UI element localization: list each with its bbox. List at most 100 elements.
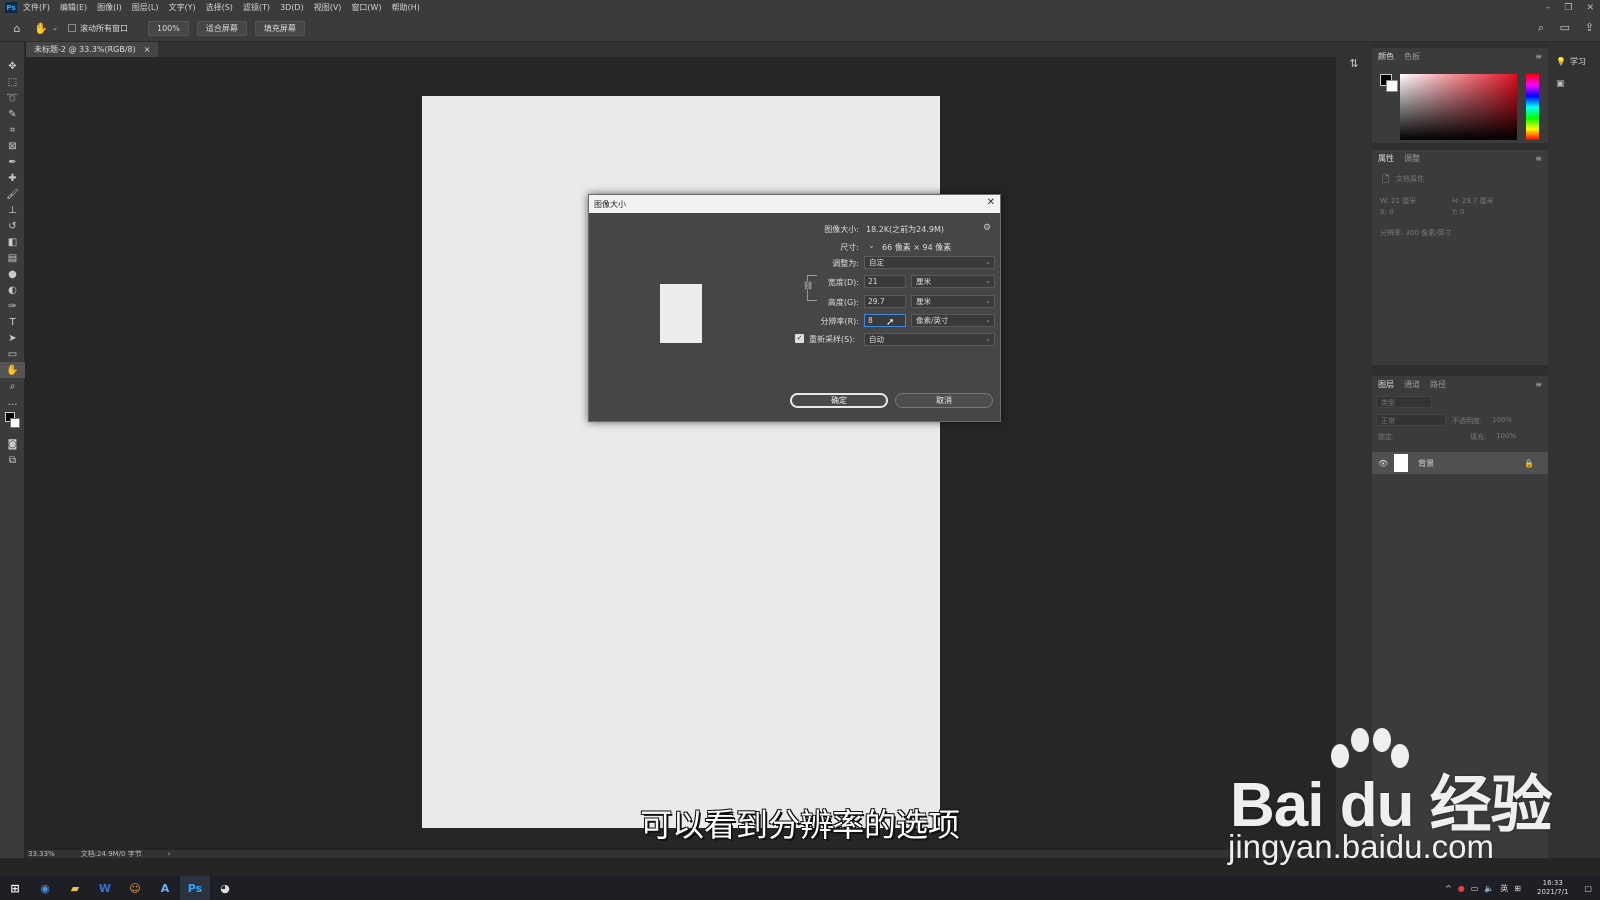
width-input[interactable]: 21 [864, 275, 906, 288]
fit-to-select[interactable]: 自定 ⌄ [864, 256, 995, 269]
marquee-tool-icon[interactable]: ⬚ [0, 74, 25, 90]
fill-value[interactable]: 100% [1496, 432, 1516, 440]
lightbulb-icon[interactable]: 💡 [1556, 57, 1566, 66]
eraser-tool-icon[interactable]: ◧ [0, 234, 25, 250]
fill-screen-button[interactable]: 填充屏幕 [254, 20, 305, 36]
tab-layers[interactable]: 图层 [1378, 379, 1394, 390]
notifications-icon[interactable]: ▢ [1584, 884, 1592, 893]
move-tool-icon[interactable]: ✥ [0, 58, 25, 74]
menu-3d[interactable]: 3D(D) [280, 3, 304, 12]
opacity-value[interactable]: 100% [1492, 416, 1512, 424]
quick-mask-icon[interactable]: ◙ [0, 436, 25, 452]
blend-mode-select[interactable]: 正常 [1376, 414, 1446, 426]
gradient-tool-icon[interactable]: ▤ [0, 250, 25, 266]
word-icon[interactable]: W [90, 876, 120, 900]
resample-select[interactable]: 自动 ⌄ [864, 333, 995, 346]
volume-icon[interactable]: 🔈 [1484, 884, 1494, 893]
path-select-tool-icon[interactable]: ➤ [0, 330, 25, 346]
status-arrow-icon[interactable]: › [168, 850, 171, 858]
history-panel-icon[interactable]: ⇅ [1336, 56, 1372, 70]
zoom-100-button[interactable]: 100% [148, 20, 189, 36]
panel-menu-icon[interactable]: ≡ [1535, 154, 1542, 163]
close-icon[interactable]: ✕ [1586, 3, 1594, 13]
stamp-tool-icon[interactable]: ⊥ [0, 202, 25, 218]
ok-button[interactable]: 确定 [790, 393, 888, 408]
menu-file[interactable]: 文件(F) [23, 2, 50, 13]
screen-mode-icon[interactable]: ⧉ [0, 452, 25, 468]
search-icon[interactable]: ⌕ [1538, 21, 1544, 35]
hand-tool-icon[interactable]: ✋ [34, 22, 48, 35]
layer-row-background[interactable]: 👁 背景 🔒 [1372, 452, 1548, 474]
app-icon[interactable]: ☺ [120, 876, 150, 900]
resolution-input[interactable]: 8 [864, 314, 906, 327]
background-color[interactable] [1386, 80, 1398, 92]
image-preview[interactable] [660, 284, 702, 343]
tab-swatches[interactable]: 色板 [1404, 51, 1420, 62]
menu-edit[interactable]: 编辑(E) [60, 2, 87, 13]
dialog-close-button[interactable]: ✕ [987, 197, 995, 208]
chain-link-icon[interactable]: ⛓ [803, 281, 814, 290]
menu-window[interactable]: 窗口(W) [351, 2, 381, 13]
workspace-icon[interactable]: ▭ [1560, 21, 1570, 34]
menu-layer[interactable]: 图层(L) [132, 2, 159, 13]
menu-type[interactable]: 文字(Y) [168, 2, 195, 13]
color-field[interactable] [1400, 74, 1517, 140]
rectangle-tool-icon[interactable]: ▭ [0, 346, 25, 362]
media-app-icon[interactable]: ◕ [210, 876, 240, 900]
ime-icon[interactable]: ⊞ [1514, 884, 1521, 893]
tab-channels[interactable]: 通道 [1404, 379, 1420, 390]
scroll-all-checkbox[interactable] [68, 24, 76, 32]
zoom-level[interactable]: 33.33% [28, 850, 55, 858]
menu-view[interactable]: 视图(V) [314, 2, 342, 13]
home-icon[interactable]: ⌂ [0, 22, 34, 35]
cancel-button[interactable]: 取消 [895, 393, 993, 408]
text-app-icon[interactable]: A [150, 876, 180, 900]
input-language[interactable]: 英 [1500, 883, 1508, 894]
healing-tool-icon[interactable]: ✚ [0, 170, 25, 186]
panel-menu-icon[interactable]: ≡ [1535, 380, 1542, 389]
file-explorer-icon[interactable]: ▰ [60, 876, 90, 900]
resample-checkbox[interactable]: ✓ [795, 334, 804, 343]
tab-properties[interactable]: 属性 [1378, 153, 1394, 164]
tab-paths[interactable]: 路径 [1430, 379, 1446, 390]
tray-chevron-icon[interactable]: ^ [1445, 884, 1452, 893]
chevron-down-icon[interactable]: ⌄ [868, 241, 875, 250]
hue-slider[interactable] [1526, 74, 1539, 140]
chevron-down-icon[interactable]: ⌄ [48, 24, 62, 32]
color-swatches[interactable] [0, 410, 25, 436]
browser-icon[interactable]: ◉ [30, 876, 60, 900]
menu-help[interactable]: 帮助(H) [392, 2, 420, 13]
resolution-unit-select[interactable]: 像素/英寸 ⌄ [911, 314, 995, 327]
lasso-tool-icon[interactable]: ➰ [0, 90, 25, 106]
layer-kind-filter[interactable]: 类型 [1376, 396, 1432, 408]
document-tab[interactable]: 未标题-2 @ 33.3%(RGB/8) × [26, 42, 159, 57]
tray-app-icon[interactable]: ● [1458, 884, 1465, 893]
menu-select[interactable]: 选择(S) [206, 2, 233, 13]
frame-tool-icon[interactable]: ⊠ [0, 138, 25, 154]
width-unit-select[interactable]: 厘米 ⌄ [911, 275, 995, 288]
gear-icon[interactable]: ⚙ [983, 223, 991, 233]
menu-image[interactable]: 图像(I) [97, 2, 122, 13]
zoom-tool-icon[interactable]: ⌕ [0, 378, 25, 394]
close-tab-icon[interactable]: × [144, 45, 151, 54]
quick-select-tool-icon[interactable]: ✎ [0, 106, 25, 122]
windows-start-icon[interactable]: ⊞ [0, 876, 30, 900]
network-icon[interactable]: ▭ [1471, 884, 1479, 893]
clock[interactable]: 16:33 2021/7/1 [1537, 879, 1568, 897]
crop-tool-icon[interactable]: ⌗ [0, 122, 25, 138]
panel-menu-icon[interactable]: ≡ [1535, 52, 1542, 61]
brush-tool-icon[interactable]: 🖌 [0, 186, 25, 202]
height-input[interactable]: 29.7 [864, 295, 906, 308]
type-tool-icon[interactable]: T [0, 314, 25, 330]
pen-tool-icon[interactable]: ✑ [0, 298, 25, 314]
history-brush-icon[interactable]: ↺ [0, 218, 25, 234]
photoshop-taskbar-icon[interactable]: Ps [180, 876, 210, 900]
eyedropper-tool-icon[interactable]: ✒ [0, 154, 25, 170]
visibility-eye-icon[interactable]: 👁 [1378, 459, 1388, 468]
dodge-tool-icon[interactable]: ◐ [0, 282, 25, 298]
tab-color[interactable]: 颜色 [1378, 51, 1394, 62]
height-unit-select[interactable]: 厘米 ⌄ [911, 295, 995, 308]
hand-tool-active-icon[interactable]: ✋ [0, 362, 25, 378]
menu-filter[interactable]: 滤镜(T) [243, 2, 270, 13]
learn-label[interactable]: 学习 [1570, 56, 1586, 67]
